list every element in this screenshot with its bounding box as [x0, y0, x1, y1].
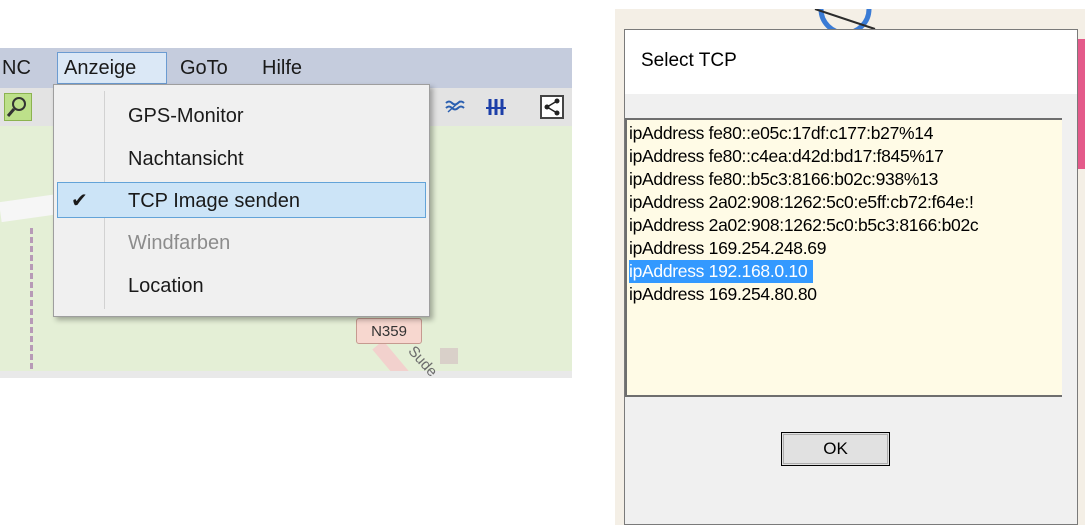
list-item[interactable]: ipAddress fe80::b5c3:8166:b02c:938%13 — [629, 168, 938, 191]
menu-item-label: TCP Image senden — [128, 190, 300, 212]
menu-item-tcp-image-senden[interactable]: ✔ TCP Image senden — [57, 182, 426, 218]
menu-nc[interactable]: NC — [0, 52, 37, 84]
anzeige-dropdown-menu: GPS-Monitor Nachtansicht ✔ TCP Image sen… — [53, 84, 430, 317]
map-building — [440, 348, 458, 364]
map-road — [0, 193, 62, 223]
map-road — [0, 371, 572, 378]
menu-item-label: Windfarben — [128, 232, 231, 254]
menu-hilfe[interactable]: Hilfe — [256, 52, 308, 84]
menu-bar: NC Anzeige GoTo Hilfe — [0, 48, 572, 88]
menu-goto[interactable]: GoTo — [174, 52, 234, 84]
menu-item-windfarben[interactable]: Windfarben — [57, 225, 426, 261]
zoom-icon[interactable] — [4, 93, 32, 121]
list-item[interactable]: ipAddress 169.254.80.80 — [629, 283, 817, 306]
checkmark-icon: ✔ — [71, 190, 88, 212]
list-item[interactable]: ipAddress fe80::c4ea:d42d:bd17:f845%17 — [629, 145, 944, 168]
list-item[interactable]: ipAddress 169.254.248.69 — [629, 237, 826, 260]
menu-item-gps-monitor[interactable]: GPS-Monitor — [57, 98, 426, 134]
list-item[interactable]: ipAddress 2a02:908:1262:5c0:e5ff:cb72:f6… — [629, 191, 974, 214]
app-window: N359 Sude NC Anzeige GoTo Hilfe GPS-Moni… — [0, 48, 572, 378]
dialog-titlebar: Select TCP — [625, 30, 1077, 94]
road-number-label: N359 — [356, 318, 422, 344]
map-boundary-line — [30, 228, 33, 378]
list-item[interactable]: ipAddress 2a02:908:1262:5c0:b5c3:8166:b0… — [629, 214, 979, 237]
ok-button[interactable]: OK — [781, 432, 890, 466]
menu-item-label: Nachtansicht — [128, 148, 244, 170]
select-tcp-dialog: Select TCP ipAddress fe80::e05c:17df:c17… — [624, 29, 1078, 525]
bar-graph-icon[interactable] — [482, 93, 510, 121]
menu-anzeige[interactable]: Anzeige — [57, 52, 167, 84]
menu-item-label: GPS-Monitor — [128, 105, 244, 127]
wave-icon[interactable] — [440, 93, 468, 121]
share-icon[interactable] — [538, 93, 566, 121]
menu-item-label: Location — [128, 275, 204, 297]
list-item-selected[interactable]: ipAddress 192.168.0.10 — [629, 260, 814, 283]
menu-item-location[interactable]: Location — [57, 268, 426, 304]
ip-address-listbox[interactable]: ipAddress fe80::e05c:17df:c177:b27%14 ip… — [625, 118, 1062, 397]
list-item[interactable]: ipAddress fe80::e05c:17df:c177:b27%14 — [629, 122, 933, 145]
dialog-title: Select TCP — [641, 50, 737, 71]
menu-item-nachtansicht[interactable]: Nachtansicht — [57, 141, 426, 177]
dialog-region: Select TCP ipAddress fe80::e05c:17df:c17… — [615, 9, 1085, 525]
